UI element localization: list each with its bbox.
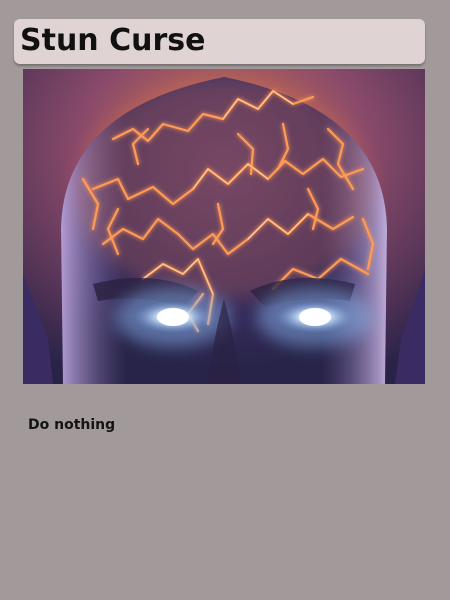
card-description: Do nothing bbox=[28, 417, 116, 433]
card-art bbox=[23, 69, 425, 384]
glowing-brain-head-icon bbox=[23, 69, 425, 384]
title-bar: Stun Curse bbox=[14, 19, 425, 64]
card-title: Stun Curse bbox=[20, 23, 206, 58]
card: Stun Curse Do nothing bbox=[0, 0, 450, 600]
